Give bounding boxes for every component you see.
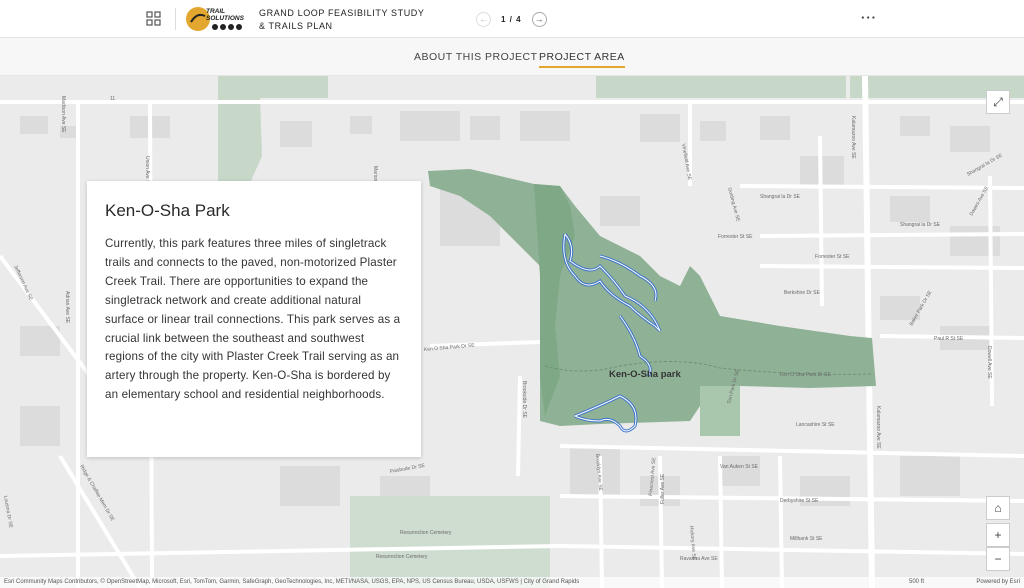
svg-text:Lancashire St SE: Lancashire St SE [796,422,835,428]
zoom-in-button[interactable]: + [986,523,1010,547]
svg-text:Berkshire Dr SE: Berkshire Dr SE [784,290,821,296]
svg-text:Ken O Sha Park Dr SE: Ken O Sha Park Dr SE [780,372,832,378]
svg-text:Millbank St SE: Millbank St SE [790,536,823,542]
attribution-text[interactable]: Esri Community Maps Contributors, © Open… [4,579,579,585]
home-icon[interactable]: ⌂ [986,496,1010,520]
svg-text:Shangrai la Dr SE: Shangrai la Dr SE [900,222,941,228]
tab-bar: ABOUT THIS PROJECT PROJECT AREA [0,38,1024,76]
svg-text:Forrester St SE: Forrester St SE [718,234,753,240]
park-map-label: Ken-O-Sha park [609,369,682,380]
svg-text:Resurrection Cemetery: Resurrection Cemetery [400,530,452,536]
svg-text:Van Auken St SE: Van Auken St SE [720,464,759,470]
svg-text:Dowell Ave SE: Dowell Ave SE [986,346,992,379]
app-header: TRAIL SOLUTIONS GRAND LOOP FEASIBILITY S… [0,0,1024,38]
expand-icon[interactable]: ⤢ [986,90,1010,114]
scale-bar-label: 500 ft [908,579,924,585]
svg-text:Shangrai la Dr SE: Shangrai la Dr SE [760,194,801,200]
tab-about-this-project[interactable]: ABOUT THIS PROJECT [414,51,538,66]
powered-by-esri[interactable]: Powered by Esri [976,577,1020,588]
app-title: GRAND LOOP FEASIBILITY STUDY & TRAILS PL… [259,8,425,31]
previous-arrow-icon[interactable]: ← [476,11,491,27]
zoom-out-button[interactable]: − [986,547,1010,571]
svg-text:Adrian Ave SE: Adrian Ave SE [64,291,70,324]
info-panel: Ken-O-Sha Park Currently, this park feat… [87,181,421,457]
svg-text:Brookside Dr SE: Brookside Dr SE [521,381,527,419]
header-divider [175,8,176,30]
map-attribution: Esri Community Maps Contributors, © Open… [0,577,1024,588]
svg-text:11: 11 [110,96,115,102]
svg-text:Paul R St SE: Paul R St SE [934,336,964,342]
svg-text:Kalamazoo Ave SE: Kalamazoo Ave SE [875,406,881,449]
svg-text:Derbyshire St SE: Derbyshire St SE [780,498,819,504]
svg-text:Ravanna Ave SE: Ravanna Ave SE [680,556,718,562]
pager: ← 1 / 4 → [476,11,547,27]
next-arrow-icon[interactable]: → [531,11,547,27]
logo-text: TRAIL SOLUTIONS [206,8,244,22]
svg-text:Resurrection Cemetery: Resurrection Cemetery [376,554,428,560]
page-indicator: 1 / 4 [501,14,522,24]
svg-text:Fuller Ave SE: Fuller Ave SE [660,473,666,504]
svg-text:Madison Ave SE: Madison Ave SE [60,96,66,133]
tab-project-area[interactable]: PROJECT AREA [539,51,625,68]
panel-title: Ken-O-Sha Park [105,201,230,220]
more-options-icon[interactable]: ··· [861,10,877,25]
grid-menu-icon[interactable] [146,11,162,27]
svg-text:Forrester St SE: Forrester St SE [815,254,850,260]
svg-text:Marion: Marion [372,166,378,182]
svg-text:Kalamazoo Ave SE: Kalamazoo Ave SE [850,116,856,159]
panel-body: Currently, this park features three mile… [105,237,401,402]
